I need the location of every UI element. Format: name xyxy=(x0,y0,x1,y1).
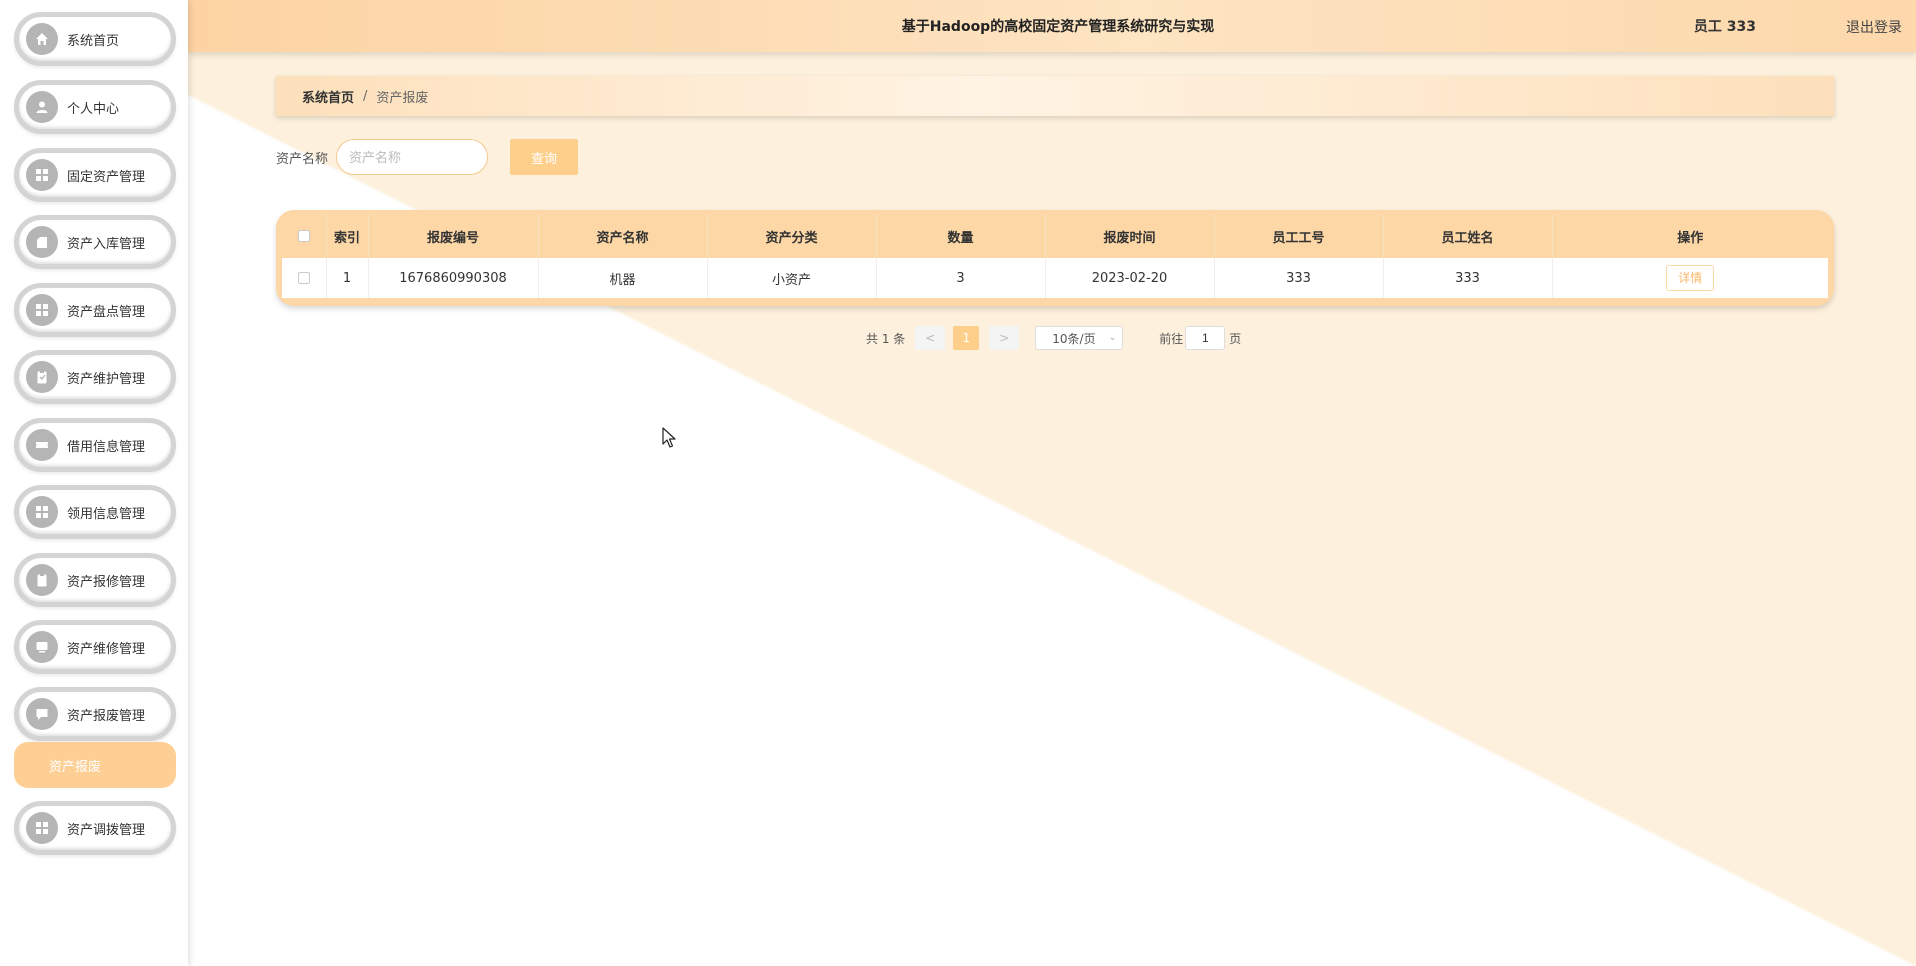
app-title: 基于Hadoop的高校固定资产管理系统研究与实现 xyxy=(901,19,1215,35)
mouse-cursor-icon xyxy=(662,427,676,448)
cell-index: 1 xyxy=(326,258,369,298)
search-button[interactable]: 查询 xyxy=(510,139,578,175)
grid-icon xyxy=(26,159,58,191)
column-header-asset-name: 资产名称 xyxy=(538,214,708,258)
chevron-down-icon: ⌄ xyxy=(1108,333,1117,343)
logout-link[interactable]: 退出登录 xyxy=(1846,17,1902,37)
sidebar-item-label: 个人中心 xyxy=(67,101,120,117)
cell-scrap-code: 1676860990308 xyxy=(368,258,539,298)
cell-action: 详情 xyxy=(1552,258,1828,298)
column-header-quantity: 数量 xyxy=(876,214,1046,258)
user-icon xyxy=(26,91,58,123)
breadcrumb-current: 资产报废 xyxy=(376,90,429,106)
select-all-cell xyxy=(282,214,327,258)
grid-icon xyxy=(26,496,58,528)
pagination-total: 共 1 条 xyxy=(866,331,906,346)
row-checkbox[interactable] xyxy=(297,272,310,284)
grid-icon xyxy=(26,294,58,326)
page-number-1[interactable]: 1 xyxy=(953,326,980,350)
detail-button[interactable]: 详情 xyxy=(1666,265,1715,291)
sidebar-item-profile[interactable]: 个人中心 xyxy=(14,80,176,134)
sidebar-item-label: 领用信息管理 xyxy=(67,506,146,522)
ticket-icon xyxy=(26,429,58,461)
monitor-icon xyxy=(26,631,58,663)
select-all-checkbox[interactable] xyxy=(297,230,310,242)
sidebar-item-label: 资产调拨管理 xyxy=(67,822,146,838)
top-header: 基于Hadoop的高校固定资产管理系统研究与实现 员工 333 退出登录 xyxy=(188,0,1916,52)
column-header-employee-no: 员工工号 xyxy=(1214,214,1384,258)
column-header-employee-name: 员工姓名 xyxy=(1383,214,1553,258)
data-table: 索引 报废编号 资产名称 资产分类 数量 报废时间 员工工号 员工姓名 操作 1… xyxy=(276,210,1834,306)
sidebar-item-label: 资产盘点管理 xyxy=(67,304,146,320)
search-label: 资产名称 xyxy=(276,152,329,167)
row-select-cell xyxy=(282,258,327,298)
grid-icon xyxy=(26,812,58,844)
breadcrumb-home[interactable]: 系统首页 xyxy=(302,87,354,106)
cell-employee-no: 333 xyxy=(1214,258,1384,298)
pagination: 共 1 条 < 1 > 10条/页 ⌄ 前往 页 xyxy=(866,326,1241,350)
sidebar-item-asset-inventory[interactable]: 资产盘点管理 xyxy=(14,283,176,337)
clipboard-icon xyxy=(26,361,58,393)
column-header-scrap-code: 报废编号 xyxy=(368,214,539,258)
page-size-select[interactable]: 10条/页 ⌄ xyxy=(1035,326,1124,350)
prev-page-button[interactable]: < xyxy=(915,326,946,350)
sidebar-item-asset-repair[interactable]: 资产维修管理 xyxy=(14,620,176,674)
sidebar-item-asset-transfer[interactable]: 资产调拨管理 xyxy=(14,801,176,855)
cell-category: 小资产 xyxy=(707,258,877,298)
user-label: 员工 333 xyxy=(1693,19,1756,35)
page-size-value: 10条/页 xyxy=(1052,331,1096,346)
cell-asset-name: 机器 xyxy=(538,258,708,298)
column-header-category: 资产分类 xyxy=(707,214,877,258)
sidebar-item-label: 固定资产管理 xyxy=(67,169,146,185)
sidebar-item-receive-info[interactable]: 领用信息管理 xyxy=(14,485,176,539)
sidebar-item-label: 资产维护管理 xyxy=(67,371,146,387)
sidebar-item-repair-report[interactable]: 资产报修管理 xyxy=(14,553,176,607)
submenu-item-asset-scrap[interactable]: 资产报废 xyxy=(14,742,176,788)
sidebar-item-asset-maintenance[interactable]: 资产维护管理 xyxy=(14,350,176,404)
home-icon xyxy=(26,23,58,55)
sidebar-item-label: 资产入库管理 xyxy=(67,236,146,252)
sidebar-item-asset-inbound[interactable]: 资产入库管理 xyxy=(14,215,176,269)
sidebar-item-home[interactable]: 系统首页 xyxy=(14,12,176,66)
chat-icon xyxy=(26,698,58,730)
sidebar-item-asset-scrap[interactable]: 资产报废管理 xyxy=(14,687,176,741)
table-header-row: 索引 报废编号 资产名称 资产分类 数量 报废时间 员工工号 员工姓名 操作 xyxy=(282,214,1828,258)
column-header-scrap-date: 报废时间 xyxy=(1045,214,1215,258)
column-header-index: 索引 xyxy=(326,214,369,258)
cell-quantity: 3 xyxy=(876,258,1046,298)
cell-employee-name: 333 xyxy=(1383,258,1553,298)
goto-label: 前往 xyxy=(1159,331,1184,346)
next-page-button[interactable]: > xyxy=(989,326,1020,350)
box-icon xyxy=(26,226,58,258)
table-row: 1 1676860990308 机器 小资产 3 2023-02-20 333 … xyxy=(282,258,1828,298)
clipboard-icon xyxy=(26,564,58,596)
sidebar-item-borrow-info[interactable]: 借用信息管理 xyxy=(14,418,176,472)
sidebar-item-label: 资产报废管理 xyxy=(67,708,146,724)
breadcrumb: 系统首页 / 资产报废 xyxy=(276,76,1834,116)
goto-page-input[interactable] xyxy=(1185,326,1226,350)
sidebar: 系统首页 个人中心 固定资产管理 资产入库管理 资产盘点管理 资产维护管理 借用… xyxy=(0,0,188,966)
search-input[interactable] xyxy=(336,139,488,175)
breadcrumb-separator: / xyxy=(363,88,368,104)
sidebar-item-label: 系统首页 xyxy=(67,33,120,49)
sidebar-item-fixed-assets[interactable]: 固定资产管理 xyxy=(14,148,176,202)
page-suffix: 页 xyxy=(1229,331,1242,346)
sidebar-item-label: 资产报修管理 xyxy=(67,574,146,590)
column-header-action: 操作 xyxy=(1677,230,1704,246)
sidebar-item-label: 资产维修管理 xyxy=(67,641,146,657)
sidebar-item-label: 借用信息管理 xyxy=(67,439,146,455)
cell-scrap-date: 2023-02-20 xyxy=(1045,258,1215,298)
